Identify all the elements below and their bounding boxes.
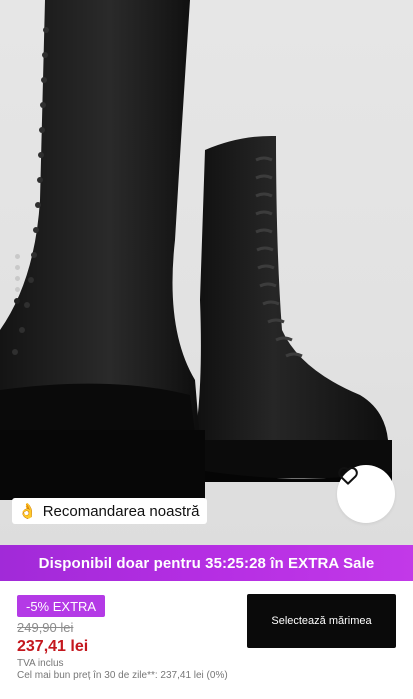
gallery-dot[interactable] [14, 276, 20, 281]
current-price: 237,41 lei [17, 638, 89, 655]
select-size-button[interactable]: Selectează mărimea [247, 594, 396, 648]
gallery-dot[interactable] [14, 287, 20, 292]
lowest-price-note: Cel mai bun preț în 30 de zile**: 237,41… [17, 670, 228, 681]
gallery-dot-active[interactable] [14, 298, 20, 304]
old-price: 249,90 lei [17, 620, 74, 635]
heart-outline-icon [338, 467, 358, 485]
vat-note: TVA inclus [17, 658, 64, 669]
favorite-button[interactable] [337, 465, 395, 523]
recommendation-badge: 👌 Recomandarea noastră [12, 498, 208, 524]
gallery-dot[interactable] [14, 265, 20, 270]
gallery-dot[interactable] [14, 254, 20, 259]
promo-banner: Disponibil doar pentru 35:25:28 în EXTRA… [0, 545, 413, 581]
product-image[interactable]: 👌 Recomandarea noastră [0, 0, 413, 545]
boots-photo [0, 0, 392, 500]
select-size-label: Selectează mărimea [271, 615, 372, 627]
ok-hand-icon: 👌 [18, 503, 37, 520]
promo-banner-text: Disponibil doar pentru 35:25:28 în EXTRA… [38, 554, 375, 572]
gallery-dots[interactable] [12, 254, 22, 304]
discount-badge: -5% EXTRA [17, 595, 106, 617]
recommendation-label: Recomandarea noastră [42, 502, 200, 520]
discount-badge-label: -5% EXTRA [26, 598, 97, 614]
